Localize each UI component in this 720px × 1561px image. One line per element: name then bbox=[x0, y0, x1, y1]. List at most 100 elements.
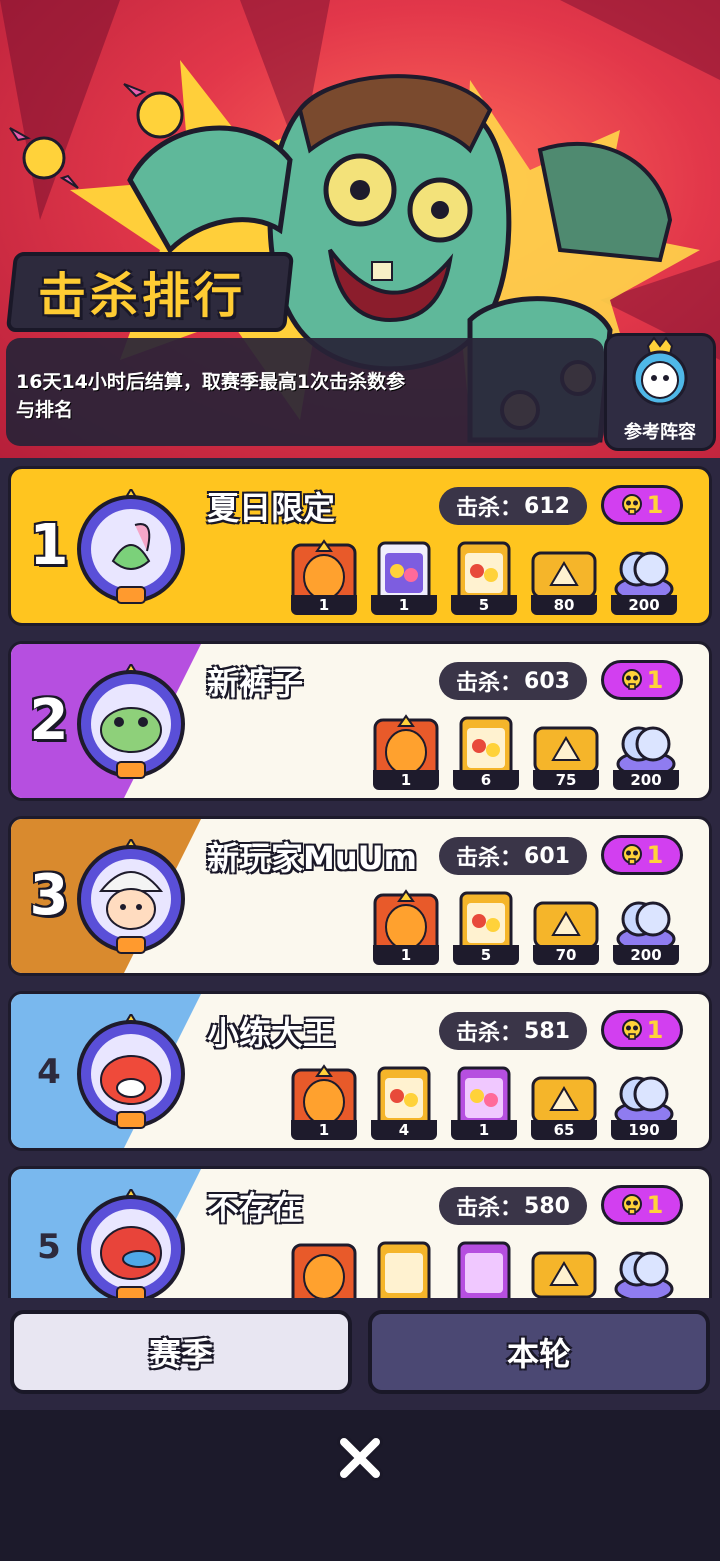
kill-label: 击杀： bbox=[456, 1021, 523, 1046]
reward-count: 6 bbox=[453, 770, 519, 790]
kill-count-pill: 击杀： 612 bbox=[439, 487, 587, 525]
boy-cap-avatar-icon bbox=[77, 837, 185, 954]
gold-ticket-icon bbox=[531, 1251, 597, 1298]
badge-count: 1 bbox=[646, 1016, 664, 1044]
reward-item[interactable]: 1 bbox=[373, 714, 439, 790]
kill-label: 击杀： bbox=[456, 496, 523, 521]
leaderboard-row-5[interactable]: 5 不存在 击杀： 580 1 bbox=[8, 1166, 712, 1298]
skull-badge: 1 bbox=[601, 660, 683, 700]
rank-number: 2 bbox=[29, 688, 69, 753]
reward-item[interactable]: 6 bbox=[453, 714, 519, 790]
player-name: 小练大王 bbox=[207, 1014, 336, 1052]
kill-count: 580 bbox=[524, 1193, 570, 1219]
rank-number: 5 bbox=[37, 1227, 61, 1267]
reward-count: 70 bbox=[533, 945, 599, 965]
reward-item[interactable]: 5 bbox=[453, 889, 519, 965]
reward-count: 200 bbox=[611, 595, 677, 615]
reward-count: 1 bbox=[373, 945, 439, 965]
player-name: 新玩家MuUm bbox=[207, 839, 417, 877]
reward-item[interactable]: 1 bbox=[291, 539, 357, 615]
player-name: 不存在 bbox=[207, 1189, 304, 1227]
close-button[interactable] bbox=[330, 1428, 390, 1488]
skull-icon bbox=[621, 1019, 642, 1040]
kill-count-pill: 击杀： 601 bbox=[439, 837, 587, 875]
gold-card-pack-icon bbox=[377, 1241, 431, 1298]
skull-icon bbox=[621, 844, 642, 865]
crowned-ghost-icon bbox=[632, 336, 688, 406]
blue-token-stack-icon bbox=[614, 1251, 674, 1298]
reference-lineup-button[interactable]: 参考阵容 bbox=[604, 333, 716, 451]
reward-list: 1 4 1 65 190 bbox=[291, 1064, 677, 1142]
leaderboard-row-2[interactable]: 2 新裤子 击杀： 603 1 1 6 75 200 bbox=[8, 641, 712, 801]
leaderboard-row-4[interactable]: 4 小练大王 击杀： 581 1 1 4 1 65 190 bbox=[8, 991, 712, 1151]
tab-current-round[interactable]: 本轮 bbox=[368, 1310, 710, 1394]
reward-item[interactable]: 70 bbox=[533, 889, 599, 965]
avatar[interactable] bbox=[73, 662, 189, 780]
kill-count-pill: 击杀： 580 bbox=[439, 1187, 587, 1225]
reward-count: 5 bbox=[453, 945, 519, 965]
reward-count: 4 bbox=[371, 1120, 437, 1140]
avatar[interactable] bbox=[73, 1187, 189, 1298]
reward-item[interactable]: 1 bbox=[291, 1064, 357, 1140]
player-name: 新裤子 bbox=[207, 664, 304, 702]
skull-badge: 1 bbox=[601, 835, 683, 875]
reward-list: 1 6 75 200 bbox=[373, 714, 679, 792]
kill-count: 581 bbox=[524, 1018, 570, 1044]
avatar[interactable] bbox=[73, 487, 189, 605]
close-icon bbox=[337, 1435, 383, 1481]
reward-item[interactable] bbox=[531, 1239, 597, 1298]
reward-item[interactable]: 1 bbox=[371, 539, 437, 615]
avatar[interactable] bbox=[73, 1012, 189, 1130]
plant-avatar-icon bbox=[77, 487, 185, 604]
reward-item[interactable]: 1 bbox=[373, 889, 439, 965]
kill-label: 击杀： bbox=[456, 846, 523, 871]
reward-item[interactable]: 190 bbox=[611, 1064, 677, 1140]
reward-item[interactable]: 5 bbox=[451, 539, 517, 615]
reward-item[interactable]: 1 bbox=[451, 1064, 517, 1140]
purple-card-pack-icon bbox=[457, 1241, 511, 1298]
badge-count: 1 bbox=[646, 666, 664, 694]
tab-season[interactable]: 赛季 bbox=[10, 1310, 352, 1394]
reward-count: 1 bbox=[291, 595, 357, 615]
reward-item[interactable]: 80 bbox=[531, 539, 597, 615]
reward-count: 200 bbox=[613, 945, 679, 965]
kill-count-pill: 击杀： 581 bbox=[439, 1012, 587, 1050]
kill-count: 601 bbox=[524, 843, 570, 869]
reward-item[interactable] bbox=[371, 1239, 437, 1298]
badge-count: 1 bbox=[646, 1191, 664, 1219]
reward-item[interactable] bbox=[291, 1239, 357, 1298]
reward-item[interactable]: 4 bbox=[371, 1064, 437, 1140]
badge-count: 1 bbox=[646, 841, 664, 869]
reward-count: 1 bbox=[371, 595, 437, 615]
header-banner: 击杀排行 16天14小时后结算，取赛季最高1次击杀数参与排名 参考阵容 bbox=[0, 0, 720, 458]
reward-count: 75 bbox=[533, 770, 599, 790]
reward-item[interactable] bbox=[611, 1239, 677, 1298]
reward-list: 1 5 70 200 bbox=[373, 889, 679, 967]
reward-item[interactable]: 200 bbox=[613, 714, 679, 790]
reward-item[interactable]: 65 bbox=[531, 1064, 597, 1140]
leaderboard-list[interactable]: 1 夏日限定 击杀： 612 1 1 1 5 80 200 2 新裤子 击杀： … bbox=[0, 458, 720, 1298]
reward-count: 190 bbox=[611, 1120, 677, 1140]
reward-item[interactable] bbox=[451, 1239, 517, 1298]
rank-number: 4 bbox=[37, 1052, 61, 1092]
kill-count-pill: 击杀： 603 bbox=[439, 662, 587, 700]
skull-badge: 1 bbox=[601, 485, 683, 525]
reward-item[interactable]: 200 bbox=[611, 539, 677, 615]
reward-count: 1 bbox=[291, 1120, 357, 1140]
reward-count: 1 bbox=[373, 770, 439, 790]
skull-badge: 1 bbox=[601, 1010, 683, 1050]
avatar[interactable] bbox=[73, 837, 189, 955]
leaderboard-row-1[interactable]: 1 夏日限定 击杀： 612 1 1 1 5 80 200 bbox=[8, 466, 712, 626]
reward-count: 80 bbox=[531, 595, 597, 615]
skull-icon bbox=[621, 1194, 642, 1215]
settlement-info-text: 16天14小时后结算，取赛季最高1次击杀数参与排名 bbox=[16, 371, 406, 421]
reward-count: 5 bbox=[451, 595, 517, 615]
tab-bar: 赛季 本轮 bbox=[0, 1298, 720, 1410]
player-name: 夏日限定 bbox=[207, 489, 336, 527]
reward-item[interactable]: 200 bbox=[613, 889, 679, 965]
reference-lineup-label: 参考阵容 bbox=[624, 422, 696, 443]
leaderboard-row-3[interactable]: 3 新玩家MuUm 击杀： 601 1 1 5 70 200 bbox=[8, 816, 712, 976]
reward-item[interactable]: 75 bbox=[533, 714, 599, 790]
skull-icon bbox=[621, 494, 642, 515]
reward-list bbox=[291, 1239, 677, 1298]
